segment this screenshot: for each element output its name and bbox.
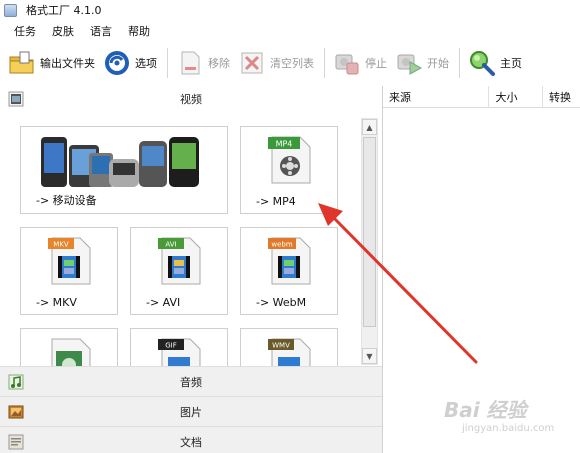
clear-list-label: 清空列表 bbox=[270, 57, 314, 70]
column-source[interactable]: 来源 bbox=[383, 86, 490, 108]
menu-skin[interactable]: 皮肤 bbox=[52, 23, 74, 39]
tile-avi[interactable]: AVI -> AVI bbox=[130, 227, 228, 315]
column-size[interactable]: 大小 bbox=[489, 86, 543, 108]
tile-wmv[interactable]: WMV bbox=[240, 328, 338, 367]
app-icon bbox=[4, 3, 17, 17]
tile-gif[interactable]: GIF bbox=[130, 328, 228, 367]
watermark-text: Bai 经验 bbox=[444, 398, 527, 422]
category-video-header[interactable]: 视频 bbox=[0, 86, 382, 112]
start-button[interactable]: 开始 bbox=[395, 47, 449, 79]
video-file-icon bbox=[51, 338, 91, 367]
category-video-label: 视频 bbox=[180, 93, 202, 106]
category-document-label: 文档 bbox=[180, 435, 202, 449]
home-button[interactable]: 主页 bbox=[468, 47, 522, 79]
tile-mkv[interactable]: MKV -> MKV bbox=[20, 227, 118, 315]
category-document[interactable]: 文档 bbox=[0, 426, 382, 453]
column-convert[interactable]: 转换 bbox=[543, 86, 580, 108]
tile-mkv-label: -> MKV bbox=[36, 296, 77, 309]
options-button[interactable]: 选项 bbox=[103, 47, 157, 79]
video-format-grid: -> 移动设备 MP4 -> MP4 MKV -> MKV AVI -> AVI… bbox=[8, 114, 360, 367]
avi-file-icon: AVI bbox=[158, 237, 201, 285]
start-label: 开始 bbox=[427, 57, 449, 70]
mp4-badge-text: MP4 bbox=[276, 140, 293, 149]
toolbar: 输出文件夹 选项 移除 清空列表 停止 开始 主页 bbox=[0, 41, 580, 85]
task-list-header: 来源 大小 转换 bbox=[383, 86, 580, 108]
output-folder-button[interactable]: 输出文件夹 bbox=[8, 47, 95, 79]
gif-file-icon: GIF bbox=[158, 338, 201, 367]
toolbar-separator bbox=[324, 48, 325, 78]
menu-task[interactable]: 任务 bbox=[14, 23, 36, 39]
options-icon bbox=[105, 51, 129, 75]
mobile-devices-icon bbox=[41, 137, 199, 187]
menu-bar: 任务 皮肤 语言 帮助 bbox=[0, 20, 580, 41]
clear-list-button[interactable]: 清空列表 bbox=[238, 47, 314, 79]
tile-mp4[interactable]: MP4 -> MP4 bbox=[240, 126, 338, 214]
menu-help[interactable]: 帮助 bbox=[128, 23, 150, 39]
avi-badge-text: AVI bbox=[165, 241, 176, 249]
wmv-badge-text: WMV bbox=[272, 342, 290, 350]
webm-file-icon: webm bbox=[268, 237, 311, 285]
watermark-url: jingyan.baidu.com bbox=[462, 423, 555, 434]
remove-icon bbox=[181, 51, 200, 75]
grid-scrollbar[interactable]: ▲ ▼ bbox=[361, 118, 378, 365]
category-audio[interactable]: 音频 bbox=[0, 366, 382, 396]
category-image-label: 图片 bbox=[180, 405, 202, 419]
tile-mobile-label: -> 移动设备 bbox=[36, 194, 97, 207]
remove-button[interactable]: 移除 bbox=[176, 47, 230, 79]
menu-language[interactable]: 语言 bbox=[90, 23, 112, 39]
toolbar-separator bbox=[459, 48, 460, 78]
scroll-thumb[interactable] bbox=[363, 137, 376, 327]
toolbar-separator bbox=[167, 48, 168, 78]
tile-avi-label: -> AVI bbox=[146, 296, 181, 309]
wmv-file-icon: WMV bbox=[268, 338, 311, 367]
scroll-up-arrow-icon[interactable]: ▲ bbox=[362, 119, 377, 135]
category-audio-label: 音频 bbox=[180, 375, 202, 389]
folder-icon bbox=[9, 51, 34, 74]
start-icon bbox=[397, 54, 423, 75]
tile-webm-label: -> WebM bbox=[256, 296, 307, 309]
gif-badge-text: GIF bbox=[165, 342, 177, 350]
tile-webm[interactable]: webm -> WebM bbox=[240, 227, 338, 315]
stop-icon bbox=[335, 54, 359, 75]
webm-badge-text: webm bbox=[271, 241, 292, 249]
mkv-file-icon: MKV bbox=[48, 237, 91, 285]
stop-button[interactable]: 停止 bbox=[333, 47, 387, 79]
window-title: 格式工厂 4.1.0 bbox=[26, 4, 102, 17]
remove-label: 移除 bbox=[208, 57, 230, 70]
options-label: 选项 bbox=[135, 57, 157, 70]
clear-list-icon bbox=[241, 52, 263, 74]
mkv-badge-text: MKV bbox=[53, 241, 69, 249]
scroll-down-arrow-icon[interactable]: ▼ bbox=[362, 348, 377, 364]
watermark-logo: Bai 经验 jingyan.baidu.com bbox=[444, 394, 574, 440]
category-image[interactable]: 图片 bbox=[0, 396, 382, 426]
output-folder-label: 输出文件夹 bbox=[40, 57, 95, 70]
stop-label: 停止 bbox=[365, 57, 387, 70]
home-label: 主页 bbox=[500, 57, 522, 70]
tile-mobile-device[interactable]: -> 移动设备 bbox=[20, 126, 228, 214]
title-bar: 格式工厂 4.1.0 bbox=[0, 0, 580, 20]
mp4-file-icon: MP4 bbox=[268, 136, 311, 184]
home-search-icon bbox=[470, 51, 495, 76]
tile-format-4[interactable] bbox=[20, 328, 118, 367]
tile-mp4-label: -> MP4 bbox=[256, 195, 296, 208]
